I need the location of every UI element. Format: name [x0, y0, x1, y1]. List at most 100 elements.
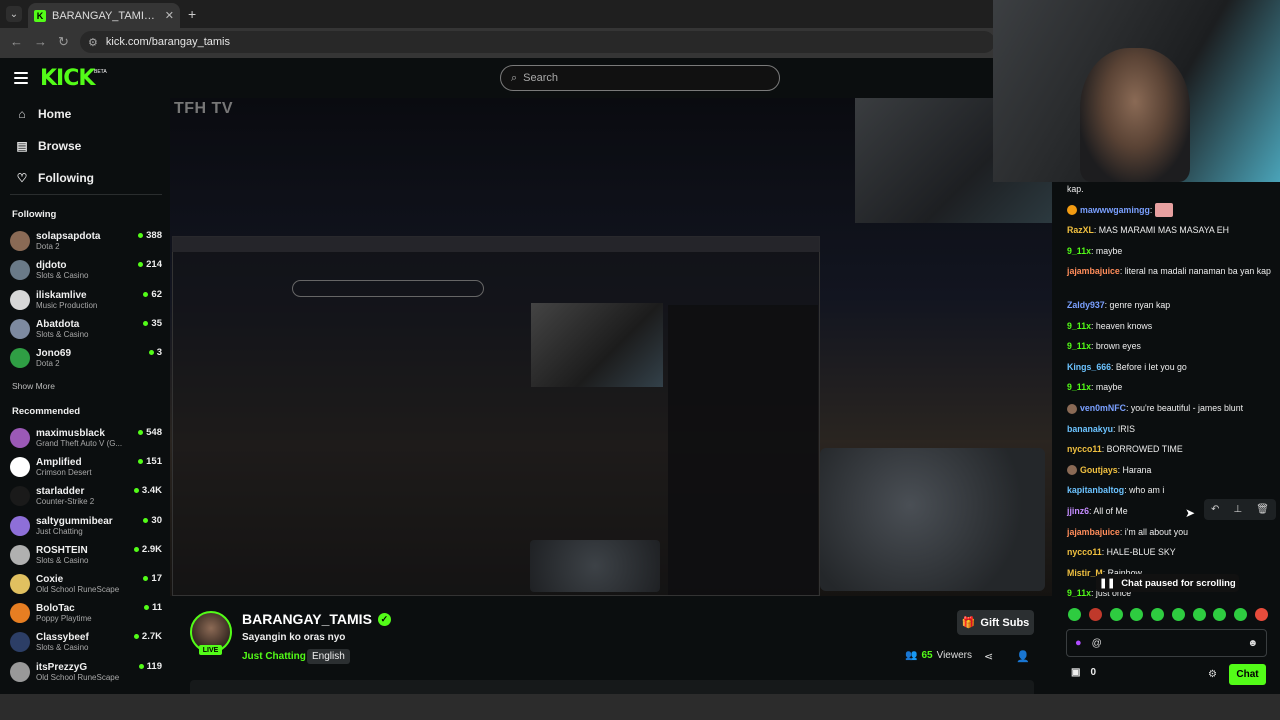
stream-language-tag[interactable]: English	[307, 649, 350, 664]
address-bar[interactable]: ⚙ kick.com/barangay_tamis	[80, 31, 995, 53]
chat-paused-banner[interactable]: ❚❚ Chat paused for scrolling	[1096, 574, 1239, 592]
chat-username[interactable]: jjinz6	[1067, 506, 1089, 516]
nav-following[interactable]: ♡ Following	[16, 171, 94, 185]
emote-icon[interactable]	[1088, 608, 1102, 621]
chat-username[interactable]: RazXL	[1067, 225, 1094, 235]
mic-icon[interactable]: ●	[1075, 637, 1082, 649]
chat-settings-icon[interactable]: ⚙	[1208, 669, 1217, 680]
viewer-count: 👥 65 Viewers	[905, 650, 972, 661]
sidebar-channel[interactable]: djdoto Slots & Casino 214	[10, 256, 162, 284]
chat-username[interactable]: bananakyu	[1067, 424, 1113, 434]
sidebar-channel[interactable]: Jono69 Dota 2 3	[10, 344, 162, 372]
chat-username[interactable]: 9_11x	[1067, 341, 1091, 351]
chat-message[interactable]: 9_11x: maybe	[1067, 244, 1272, 258]
chat-username[interactable]: Goutjays	[1080, 465, 1118, 475]
chat-message[interactable]: nycco11: HALE-BLUE SKY	[1067, 545, 1272, 559]
chat-username[interactable]: jajambajuice	[1067, 266, 1120, 276]
nav-browse[interactable]: ▤ Browse	[16, 139, 81, 153]
chat-message[interactable]: nycco11: BORROWED TIME	[1067, 442, 1272, 456]
tab-search-button[interactable]: ⌄	[6, 6, 22, 22]
chat-message[interactable]: Zaldy937: genre nyan kap	[1067, 298, 1272, 312]
sidebar-channel[interactable]: maximusblack Grand Theft Auto V (G... 548	[10, 424, 162, 452]
send-chat-button[interactable]: Chat	[1229, 664, 1266, 685]
sidebar-channel[interactable]: itsPrezzyG Old School RuneScape 119	[10, 658, 162, 686]
chat-message[interactable]: 9_11x: brown eyes	[1067, 339, 1272, 353]
follow-user-icon[interactable]: 👤	[1016, 650, 1030, 663]
new-tab-icon[interactable]: +	[188, 6, 196, 22]
emote-icon[interactable]	[1171, 608, 1185, 621]
chat-username[interactable]: 9_11x	[1067, 588, 1091, 598]
browser-tab[interactable]: K BARANGAY_TAMIS Stream - W ✕	[28, 3, 180, 28]
search-input[interactable]: ⌕ Search	[500, 65, 780, 91]
chat-message[interactable]: Goutjays: Harana	[1067, 463, 1272, 477]
channel-viewers: 2.7K	[133, 631, 162, 642]
delete-icon[interactable]: 🗑	[1256, 504, 1269, 515]
streamer-name[interactable]: BARANGAY_TAMIS	[242, 611, 372, 627]
chat-message[interactable]: bananakyu: IRIS	[1067, 422, 1272, 436]
sidebar-channel[interactable]: iliskamlive Music Production 62	[10, 286, 162, 314]
emote-icon[interactable]	[1213, 608, 1227, 621]
reload-icon[interactable]: ↻	[58, 34, 69, 50]
sidebar-channel[interactable]: saltygummibear Just Chatting 30	[10, 512, 162, 540]
channel-name: saltygummibear	[36, 515, 113, 527]
chat-username[interactable]: 9_11x	[1067, 382, 1091, 392]
sidebar-channel[interactable]: solapsapdota Dota 2 388	[10, 227, 162, 255]
sidebar-channel[interactable]: Abatdota Slots & Casino 35	[10, 315, 162, 343]
emoji-icon[interactable]: ☻	[1247, 638, 1258, 649]
chat-message[interactable]: ven0mNFC: you're beautiful - james blunt	[1067, 401, 1272, 415]
sidebar-channel[interactable]: ROSHTEIN Slots & Casino 2.9K	[10, 541, 162, 569]
menu-icon[interactable]	[14, 72, 28, 84]
pin-icon[interactable]: ⊥	[1233, 504, 1242, 515]
chat-message[interactable]: jajambajuice: i'm all about you	[1067, 525, 1272, 539]
gift-subs-button[interactable]: 🎁 Gift Subs	[957, 610, 1034, 635]
emote-icon[interactable]	[1192, 608, 1206, 621]
chat-username[interactable]: Kings_666	[1067, 362, 1111, 372]
channel-viewers: 151	[138, 456, 162, 467]
chat-username[interactable]: mawwwgamingg	[1080, 205, 1150, 215]
bottom-bar	[0, 694, 1280, 720]
chat-username[interactable]: nycco11	[1067, 547, 1102, 557]
home-icon: ⌂	[18, 107, 26, 121]
back-icon[interactable]: ←	[10, 34, 23, 49]
emote-icon[interactable]	[1254, 608, 1268, 621]
nav-home[interactable]: ⌂ Home	[16, 107, 71, 121]
chat-message[interactable]: kapitanbaltog: who am i	[1067, 483, 1272, 497]
chat-message[interactable]: jajambajuice: literal na madali nanaman …	[1067, 264, 1272, 278]
channel-viewer-count: 119	[146, 660, 162, 672]
reply-icon[interactable]: ↶	[1211, 504, 1219, 515]
sidebar-channel[interactable]: Classybeef Slots & Casino 2.7K	[10, 628, 162, 656]
emote-icon[interactable]	[1068, 608, 1081, 621]
chat-message[interactable]: mawwwgamingg:	[1067, 203, 1272, 218]
chat-username[interactable]: jajambajuice	[1067, 527, 1120, 537]
emote-icon[interactable]	[1151, 608, 1165, 621]
chat-message[interactable]: 9_11x: maybe	[1067, 380, 1272, 394]
site-info-icon[interactable]: ⚙	[88, 36, 98, 49]
chat-message[interactable]: kap.	[1067, 182, 1272, 196]
emote-icon[interactable]	[1109, 608, 1123, 621]
chat-username[interactable]: 9_11x	[1067, 321, 1091, 331]
stream-category[interactable]: Just Chatting	[242, 651, 306, 662]
kick-logo[interactable]: KICK	[40, 66, 95, 91]
kicks-balance[interactable]: ▣ 0	[1071, 667, 1096, 678]
chat-username[interactable]: kapitanbaltog	[1067, 485, 1124, 495]
tab-close-icon[interactable]: ✕	[165, 9, 174, 22]
forward-icon[interactable]: →	[34, 34, 47, 49]
emote-icon[interactable]	[1130, 608, 1144, 621]
sidebar-channel[interactable]: Coxie Old School RuneScape 17	[10, 570, 162, 598]
channel-viewers: 548	[138, 427, 162, 438]
share-icon[interactable]: ⋖	[984, 650, 993, 663]
chat-username[interactable]: ven0mNFC	[1080, 403, 1126, 413]
emote-icon[interactable]	[1234, 608, 1248, 621]
chat-username[interactable]: Zaldy937	[1067, 300, 1105, 310]
sidebar-channel[interactable]: starladder Counter-Strike 2 3.4K	[10, 482, 162, 510]
sidebar-channel[interactable]: BoloTac Poppy Playtime 11	[10, 599, 162, 627]
chat-message[interactable]: RazXL: MAS MARAMI MAS MASAYA EH	[1067, 223, 1272, 237]
sidebar-channel[interactable]: Amplified Crimson Desert 151	[10, 453, 162, 481]
chat-input[interactable]: ● @ ☻	[1066, 629, 1267, 657]
chat-username[interactable]: nycco11	[1067, 444, 1102, 454]
chat-message[interactable]: Kings_666: Before i let you go	[1067, 360, 1272, 374]
chat-message[interactable]: 9_11x: heaven knows	[1067, 319, 1272, 333]
chat-text: MAS MARAMI MAS MASAYA EH	[1098, 225, 1229, 236]
chat-username[interactable]: 9_11x	[1067, 246, 1091, 256]
show-more-link[interactable]: Show More	[12, 381, 55, 391]
